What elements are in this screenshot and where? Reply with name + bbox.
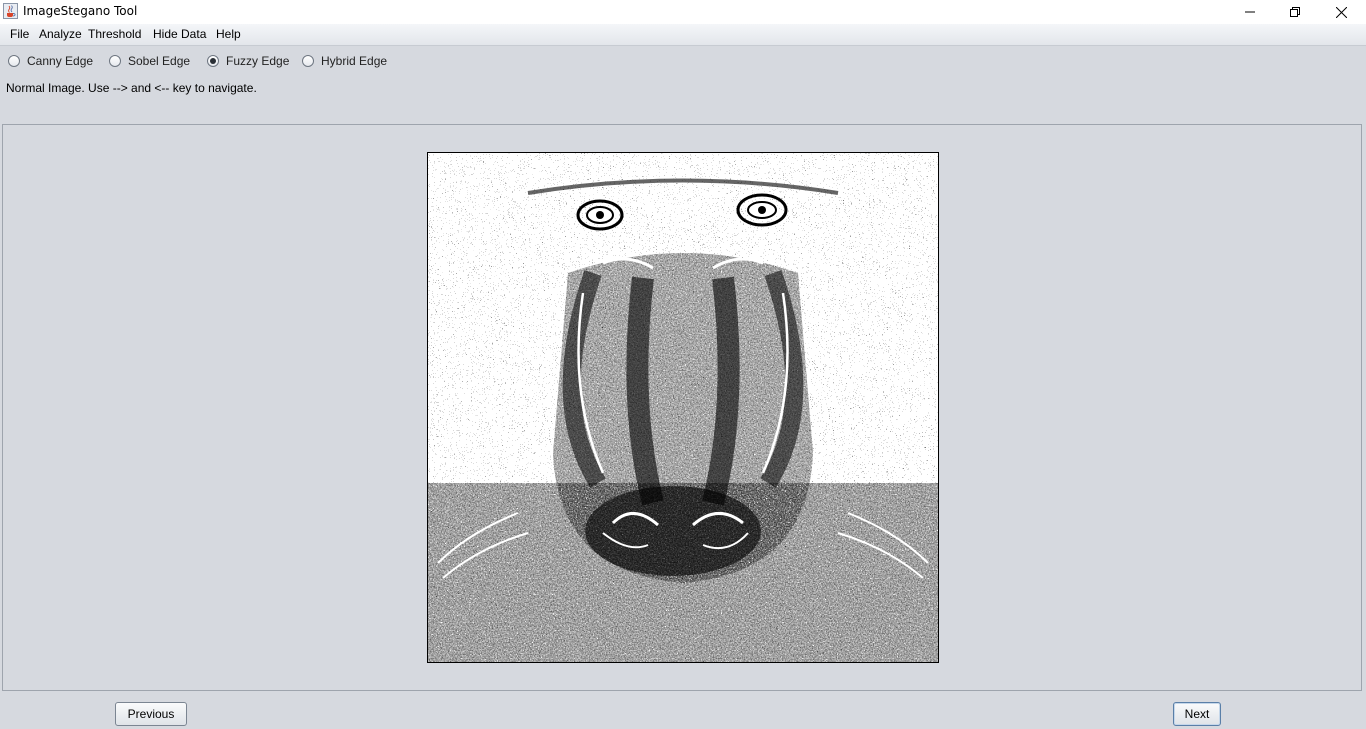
previous-button[interactable]: Previous: [115, 702, 187, 726]
title-bar: ImageStegano Tool: [0, 0, 1366, 24]
minimize-icon: [1245, 11, 1255, 13]
menu-file[interactable]: File: [10, 27, 29, 41]
edge-method-radio-group: Canny Edge Sobel Edge Fuzzy Edge Hybrid …: [0, 52, 600, 72]
status-message: Normal Image. Use --> and <-- key to nav…: [6, 81, 257, 95]
java-cup-icon: [3, 3, 18, 19]
radio-canny-edge[interactable]: Canny Edge: [8, 52, 93, 70]
radio-indicator: [8, 55, 20, 67]
restore-button[interactable]: [1272, 0, 1318, 24]
radio-label: Fuzzy Edge: [226, 54, 290, 68]
radio-hybrid-edge[interactable]: Hybrid Edge: [302, 52, 387, 70]
close-button[interactable]: [1318, 0, 1364, 24]
radio-indicator: [109, 55, 121, 67]
radio-indicator-selected: [207, 55, 219, 67]
app-window: ImageStegano Tool File Analyze Threshold…: [0, 0, 1366, 729]
window-title: ImageStegano Tool: [23, 4, 138, 18]
menu-hide-data[interactable]: Hide Data: [153, 27, 206, 41]
restore-icon: [1290, 7, 1300, 17]
menu-help[interactable]: Help: [216, 27, 241, 41]
minimize-button[interactable]: [1227, 0, 1273, 24]
radio-sobel-edge[interactable]: Sobel Edge: [109, 52, 190, 70]
menu-analyze[interactable]: Analyze: [39, 27, 82, 41]
radio-label: Hybrid Edge: [321, 54, 388, 68]
menu-threshold[interactable]: Threshold: [88, 27, 141, 41]
close-icon: [1335, 6, 1347, 18]
next-button[interactable]: Next: [1173, 702, 1221, 726]
fuzzy-edge-mandrill-image: [427, 152, 939, 663]
radio-label: Canny Edge: [27, 54, 94, 68]
radio-indicator: [302, 55, 314, 67]
menu-bar: File Analyze Threshold Hide Data Help: [0, 24, 1366, 46]
radio-fuzzy-edge[interactable]: Fuzzy Edge: [207, 52, 289, 70]
radio-label: Sobel Edge: [128, 54, 191, 68]
